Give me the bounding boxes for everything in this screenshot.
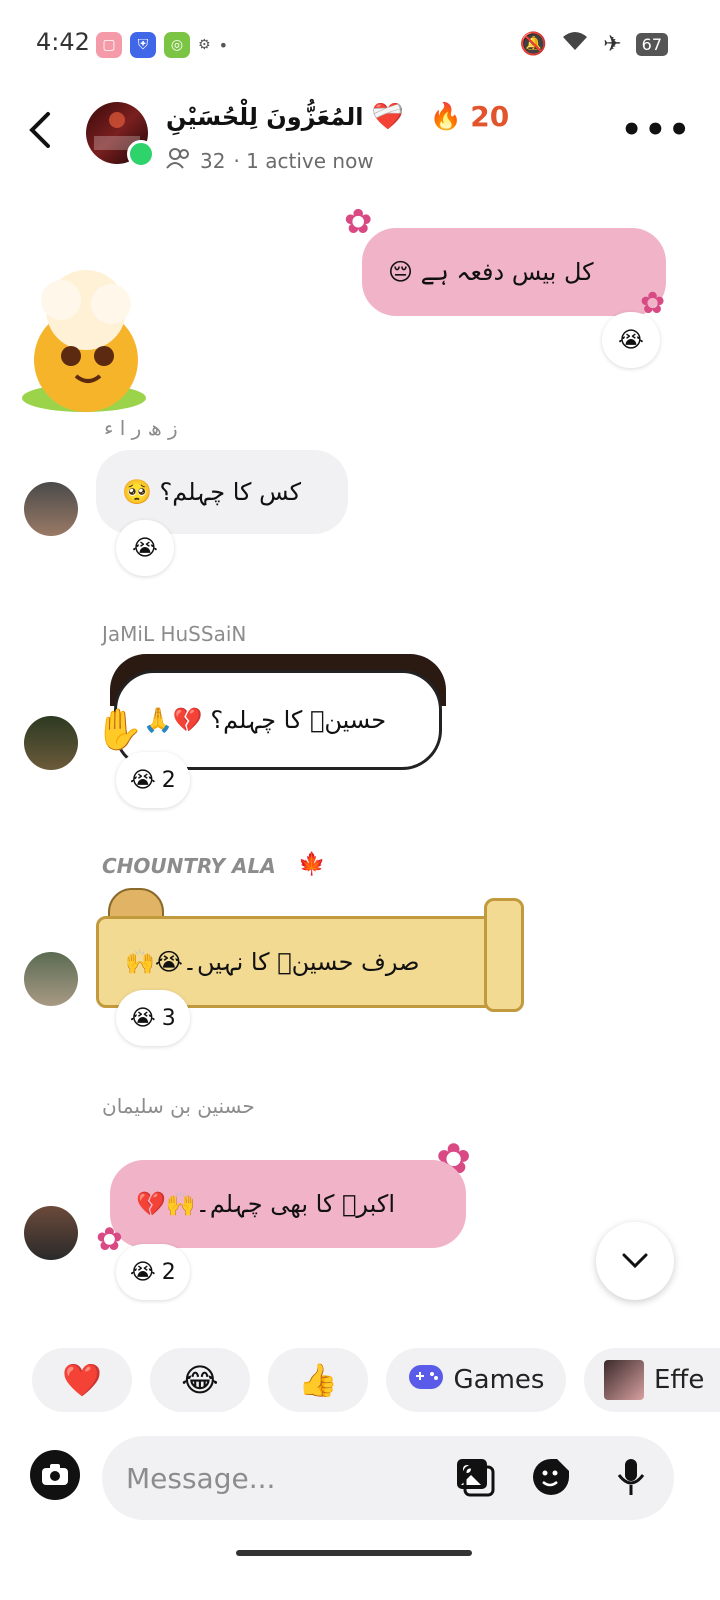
maple-leaf-icon: 🍁 bbox=[298, 852, 326, 877]
more-notifications-dot-icon: • bbox=[218, 35, 228, 55]
scroll-to-bottom-button[interactable] bbox=[596, 1222, 674, 1300]
message-reaction[interactable]: 😭 bbox=[602, 312, 660, 368]
active-status: · 1 active now bbox=[233, 148, 374, 173]
sticker-icon[interactable] bbox=[530, 1456, 572, 1498]
games-label: Games bbox=[453, 1365, 545, 1395]
games-button[interactable]: Games bbox=[386, 1348, 566, 1412]
hand-sticker-decoration: ✋ bbox=[94, 707, 144, 753]
crying-reaction-emoji: 😭 bbox=[130, 767, 156, 793]
sender-name: CHOUNTRY ALA bbox=[102, 854, 276, 878]
sender-name: ز ھ ر ا ء bbox=[104, 416, 178, 440]
message-reaction[interactable]: 😭 3 bbox=[116, 990, 190, 1046]
effects-thumbnail-icon bbox=[604, 1360, 644, 1400]
heart-emoji: ❤️ bbox=[62, 1361, 102, 1399]
settings-notification-icon: ⚙ bbox=[198, 37, 211, 53]
effects-button[interactable]: Effe bbox=[584, 1348, 720, 1412]
status-time: 4:42 bbox=[36, 28, 90, 56]
crying-reaction-emoji: 😭 bbox=[130, 1005, 156, 1031]
home-indicator bbox=[236, 1550, 472, 1556]
sender-avatar[interactable] bbox=[24, 1206, 78, 1260]
crying-reaction-emoji: 😭 bbox=[130, 1259, 156, 1285]
sender-name: حسنین بن سلیمان bbox=[102, 1094, 255, 1118]
message-reaction[interactable]: 😭 2 bbox=[116, 752, 190, 808]
airplane-icon: ✈ bbox=[603, 31, 622, 57]
online-indicator bbox=[127, 140, 155, 168]
battery-icon: 67 bbox=[635, 32, 668, 56]
fire-icon: 🔥 bbox=[429, 101, 463, 132]
app-notification-icon: ▢ bbox=[96, 32, 122, 58]
back-button[interactable] bbox=[26, 110, 52, 158]
members-icon bbox=[166, 147, 192, 174]
reaction-count: 2 bbox=[161, 1259, 176, 1285]
gamepad-icon bbox=[408, 1361, 444, 1399]
reaction-count: 3 bbox=[161, 1005, 176, 1031]
quick-thumbs-up-button[interactable]: 👍 bbox=[268, 1348, 368, 1412]
message-bubble[interactable]: کل بیس دفعہ ہے 😔 bbox=[362, 228, 666, 316]
sender-name: JaMiL HuSSaiN bbox=[102, 622, 247, 646]
sender-avatar[interactable] bbox=[24, 482, 78, 536]
camera-button[interactable] bbox=[30, 1450, 80, 1500]
circle-notification-icon: ◎ bbox=[164, 32, 190, 58]
scroll-decoration bbox=[484, 898, 524, 1012]
message-input[interactable]: Message... bbox=[126, 1462, 275, 1495]
shield-notification-icon: ⛨ bbox=[130, 32, 156, 58]
flower-decoration-icon: ✿ bbox=[96, 1220, 123, 1258]
chat-title[interactable]: المُعَزُّونَ لِلْحُسَیْنِ ❤️‍🩹 🔥 20 bbox=[166, 100, 509, 133]
quick-laugh-button[interactable]: 😂 bbox=[150, 1348, 250, 1412]
more-options-button[interactable]: ••• bbox=[621, 110, 692, 150]
wifi-icon bbox=[561, 30, 589, 58]
microphone-icon[interactable] bbox=[610, 1456, 652, 1498]
streak-count: 20 bbox=[470, 100, 510, 133]
mascot-sticker bbox=[16, 270, 150, 412]
crying-reaction-emoji: 😭 bbox=[132, 535, 158, 561]
chat-subtitle: 32 · 1 active now bbox=[166, 147, 374, 174]
message-bubble[interactable]: اکبرؑ کا بھی چہلم۔🙌💔 bbox=[110, 1160, 466, 1248]
laugh-emoji: 😂 bbox=[181, 1361, 219, 1399]
sender-avatar[interactable] bbox=[24, 716, 78, 770]
heart-emoji: ❤️‍🩹 bbox=[371, 101, 404, 132]
flower-decoration-icon: ✿ bbox=[344, 202, 373, 242]
message-reaction[interactable]: 😭 2 bbox=[116, 1244, 190, 1300]
sender-avatar[interactable] bbox=[24, 952, 78, 1006]
gallery-icon[interactable] bbox=[454, 1456, 496, 1498]
group-title: المُعَزُّونَ لِلْحُسَیْنِ bbox=[166, 102, 364, 131]
crying-reaction-emoji: 😭 bbox=[618, 327, 644, 353]
reaction-count: 2 bbox=[161, 767, 176, 793]
status-notification-icons: ▢ ⛨ ◎ ⚙ • bbox=[96, 32, 228, 58]
mute-bell-icon: 🔕 bbox=[519, 31, 548, 57]
quick-heart-button[interactable]: ❤️ bbox=[32, 1348, 132, 1412]
message-reaction[interactable]: 😭 bbox=[116, 520, 174, 576]
thumbs-up-emoji: 👍 bbox=[298, 1361, 338, 1399]
effects-label: Effe bbox=[654, 1365, 705, 1395]
status-system-icons: 🔕 ✈ 67 bbox=[520, 30, 668, 58]
member-count: 32 bbox=[200, 148, 226, 173]
